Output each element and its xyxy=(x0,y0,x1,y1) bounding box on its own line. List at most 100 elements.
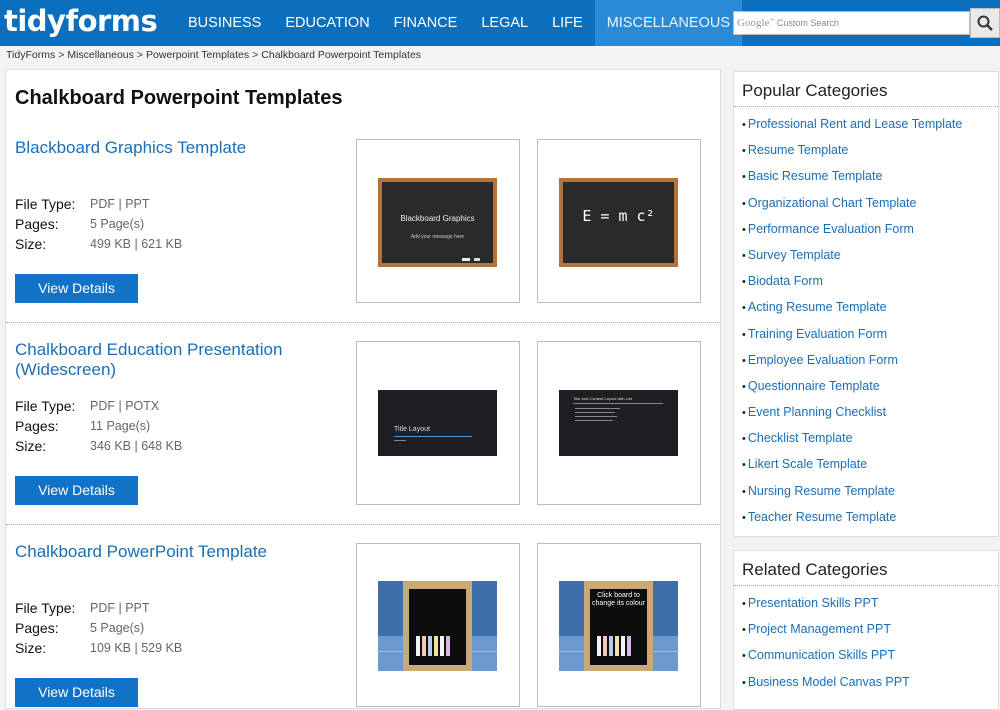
popular-category-link[interactable]: Resume Template xyxy=(748,143,849,157)
popular-category-item: • Event Planning Checklist xyxy=(742,399,998,425)
popular-categories-title: Popular Categories xyxy=(734,72,998,107)
file-type-label: File Type: xyxy=(15,600,76,616)
main-nav: BUSINESS EDUCATION FINANCE LEGAL LIFE MI… xyxy=(176,0,742,46)
popular-category-link[interactable]: Performance Evaluation Form xyxy=(748,222,914,236)
template-thumbnail[interactable]: Title and Content Layout with List xyxy=(537,341,701,505)
popular-category-link[interactable]: Employee Evaluation Form xyxy=(748,353,898,367)
pages-value: 5 Page(s) xyxy=(90,217,145,231)
template-title-link[interactable]: Chalkboard Education Presentation (Wides… xyxy=(15,340,335,380)
pages-label: Pages: xyxy=(15,620,59,636)
thumbnail-title: Title and Content Layout with List xyxy=(573,396,632,401)
nav-miscellaneous[interactable]: MISCELLANEOUS xyxy=(594,0,742,46)
thumbnail-image: Blackboard Graphics Add your message her… xyxy=(378,178,497,267)
thumbnail-image xyxy=(378,581,497,671)
file-type-label: File Type: xyxy=(15,196,76,212)
breadcrumb-powerpoint-templates[interactable]: Powerpoint Templates xyxy=(146,49,249,61)
thumbnail-image: Click board to change its colour xyxy=(559,581,678,671)
popular-category-link[interactable]: Acting Resume Template xyxy=(748,300,887,314)
view-details-button[interactable]: View Details xyxy=(15,678,138,707)
popular-category-link[interactable]: Questionnaire Template xyxy=(748,379,880,393)
bullet-icon: • xyxy=(742,354,746,367)
related-categories-list: • Presentation Skills PPT • Project Managem… xyxy=(734,586,998,695)
nav-business[interactable]: BUSINESS xyxy=(176,0,273,46)
view-details-button[interactable]: View Details xyxy=(15,476,138,505)
template-thumbnail[interactable] xyxy=(356,543,520,707)
popular-category-item: • Teacher Resume Template xyxy=(742,504,998,530)
template-thumbnail[interactable]: E = m c² xyxy=(537,139,701,303)
popular-category-link[interactable]: Nursing Resume Template xyxy=(748,484,895,498)
popular-category-item: • Professional Rent and Lease Template xyxy=(742,111,998,137)
related-category-link[interactable]: Project Management PPT xyxy=(748,622,891,636)
template-title-link[interactable]: Blackboard Graphics Template xyxy=(15,138,335,158)
related-category-item: • Communication Skills PPT xyxy=(742,642,998,668)
template-thumbnail[interactable]: Click board to change its colour xyxy=(537,543,701,707)
search-icon xyxy=(977,15,993,31)
thumbnail-image: Title and Content Layout with List xyxy=(559,390,678,456)
popular-category-link[interactable]: Organizational Chart Template xyxy=(748,196,917,210)
popular-category-item: • Checklist Template xyxy=(742,425,998,451)
popular-category-item: • Resume Template xyxy=(742,137,998,163)
breadcrumb-home[interactable]: TidyForms xyxy=(6,49,55,61)
template-thumbnail[interactable]: Title Layout xyxy=(356,341,520,505)
popular-category-link[interactable]: Event Planning Checklist xyxy=(748,405,886,419)
bullet-icon: • xyxy=(742,249,746,262)
related-category-link[interactable]: Presentation Skills PPT xyxy=(748,596,879,610)
bullet-icon: • xyxy=(742,302,746,315)
breadcrumb-current: Chalkboard Powerpoint Templates xyxy=(261,49,422,61)
file-type-value: PDF | POTX xyxy=(90,399,160,413)
popular-category-link[interactable]: Likert Scale Template xyxy=(748,457,867,471)
search-input[interactable]: Google™ Custom Search xyxy=(733,11,970,35)
top-navigation-bar: tidyforms BUSINESS EDUCATION FINANCE LEG… xyxy=(0,0,1000,46)
popular-category-item: • Biodata Form xyxy=(742,268,998,294)
search-brand-label: Google xyxy=(737,17,770,29)
popular-category-link[interactable]: Checklist Template xyxy=(748,431,853,445)
bullet-icon: • xyxy=(742,223,746,236)
site-logo[interactable]: tidyforms xyxy=(4,4,158,38)
popular-categories-list: • Professional Rent and Lease Template • Re… xyxy=(734,107,998,530)
nav-education[interactable]: EDUCATION xyxy=(273,0,381,46)
popular-category-item: • Basic Resume Template xyxy=(742,163,998,189)
template-thumbnail[interactable]: Blackboard Graphics Add your message her… xyxy=(356,139,520,303)
related-category-link[interactable]: Communication Skills PPT xyxy=(748,648,895,662)
bullet-icon: • xyxy=(742,197,746,210)
thumbnail-text: Click board to change its colour xyxy=(592,592,645,607)
popular-category-link[interactable]: Biodata Form xyxy=(748,274,823,288)
pages-value: 5 Page(s) xyxy=(90,621,145,635)
bullet-icon: • xyxy=(742,459,746,472)
popular-category-item: • Acting Resume Template xyxy=(742,294,998,320)
related-categories-panel: Related Categories • Presentation Skills … xyxy=(733,550,999,710)
thumbnail-subtitle: Add your message here xyxy=(410,234,465,240)
size-label: Size: xyxy=(15,640,47,656)
size-value: 109 KB | 529 KB xyxy=(90,641,183,655)
popular-category-link[interactable]: Professional Rent and Lease Template xyxy=(748,117,963,131)
bullet-icon: • xyxy=(742,276,746,289)
related-category-link[interactable]: Business Model Canvas PPT xyxy=(748,675,910,689)
view-details-button[interactable]: View Details xyxy=(15,274,138,303)
popular-category-item: • Performance Evaluation Form xyxy=(742,216,998,242)
popular-category-link[interactable]: Basic Resume Template xyxy=(748,169,883,183)
pages-label: Pages: xyxy=(15,216,59,232)
popular-category-item: • Nursing Resume Template xyxy=(742,478,998,504)
nav-legal[interactable]: LEGAL xyxy=(469,0,540,46)
breadcrumb-miscellaneous[interactable]: Miscellaneous xyxy=(67,49,134,61)
popular-category-link[interactable]: Survey Template xyxy=(748,248,841,262)
popular-categories-panel: Popular Categories • Professional Rent an… xyxy=(733,71,999,537)
bullet-icon: • xyxy=(742,119,746,131)
popular-category-item: • Survey Template xyxy=(742,242,998,268)
bullet-icon: • xyxy=(742,485,746,498)
template-item: Chalkboard Education Presentation (Wides… xyxy=(6,340,720,525)
thumbnail-title: Title Layout xyxy=(394,426,430,433)
popular-category-item: • Employee Evaluation Form xyxy=(742,347,998,373)
nav-life[interactable]: LIFE xyxy=(540,0,595,46)
bullet-icon: • xyxy=(742,328,746,341)
nav-finance[interactable]: FINANCE xyxy=(382,0,470,46)
bullet-icon: • xyxy=(742,598,746,610)
search-button[interactable] xyxy=(970,8,1000,38)
template-title-link[interactable]: Chalkboard PowerPoint Template xyxy=(15,542,335,562)
bullet-icon: • xyxy=(742,407,746,420)
popular-category-link[interactable]: Teacher Resume Template xyxy=(748,510,896,524)
related-category-item: • Presentation Skills PPT xyxy=(742,590,998,616)
bullet-icon: • xyxy=(742,380,746,393)
popular-category-link[interactable]: Training Evaluation Form xyxy=(748,327,887,341)
bullet-icon: • xyxy=(742,511,746,524)
